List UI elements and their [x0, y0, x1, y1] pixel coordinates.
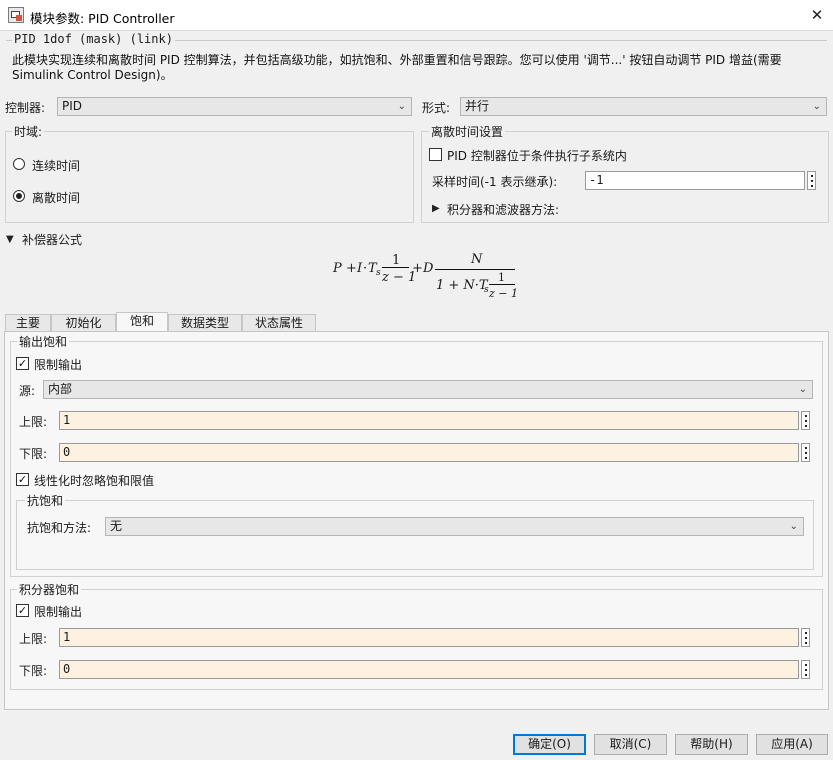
chevron-down-icon: ⌄	[789, 521, 798, 532]
apply-button[interactable]: 应用(A)	[756, 734, 828, 755]
conditional-subsystem-checkbox[interactable]	[429, 148, 442, 161]
controller-dropdown[interactable]: PID ⌄	[57, 97, 412, 116]
formula-one: 1	[392, 253, 401, 268]
formula-plus: +	[346, 261, 357, 276]
controller-label: 控制器:	[5, 101, 46, 115]
output-saturation-legend: 输出饱和	[17, 333, 70, 350]
sample-time-input[interactable]: -1	[585, 171, 805, 190]
formula-n: N	[471, 252, 483, 267]
tab-data-types[interactable]: 数据类型	[168, 314, 242, 332]
formula-i: I	[357, 261, 363, 276]
more-options-icon[interactable]	[801, 628, 810, 647]
cancel-button[interactable]: 取消(C)	[594, 734, 667, 755]
chevron-down-icon: ⌄	[798, 384, 807, 395]
more-options-icon[interactable]	[807, 171, 816, 190]
collapse-triangle-icon[interactable]: ▼	[6, 234, 14, 245]
formula-plus-2: +	[412, 261, 423, 276]
continuous-time-label[interactable]: 连续时间	[32, 157, 80, 174]
form-label: 形式:	[422, 101, 451, 115]
anti-windup-method-value: 无	[110, 519, 123, 533]
tab-initialization[interactable]: 初始化	[51, 314, 116, 332]
conditional-subsystem-label[interactable]: PID 控制器位于条件执行子系统内	[447, 147, 627, 164]
mask-legend: PID 1dof (mask) (link)	[12, 32, 175, 46]
lower-limit-label: 下限:	[19, 447, 48, 461]
formula-main-fraction-bar	[435, 269, 515, 270]
ignore-limits-label[interactable]: 线性化时忽略饱和限值	[34, 472, 154, 489]
sample-time-label: 采样时间(-1 表示继承):	[432, 175, 558, 189]
expand-triangle-icon[interactable]: ▶	[432, 203, 440, 214]
more-options-icon[interactable]	[801, 660, 810, 679]
anti-windup-method-dropdown[interactable]: 无 ⌄	[105, 517, 804, 536]
controller-value: PID	[62, 99, 83, 113]
continuous-time-radio[interactable]	[13, 158, 25, 170]
formula-dot: ·	[363, 261, 368, 276]
discrete-time-label[interactable]: 离散时间	[32, 189, 80, 206]
formula-z-minus-1-2: z − 1	[489, 287, 519, 300]
source-dropdown[interactable]: 内部 ⌄	[43, 380, 813, 399]
integrator-lower-input[interactable]: 0	[59, 660, 799, 679]
source-value: 内部	[48, 382, 73, 396]
formula-d: D	[423, 261, 434, 276]
upper-limit-input[interactable]: 1	[59, 411, 799, 430]
chevron-down-icon: ⌄	[397, 101, 406, 112]
compensator-label[interactable]: 补偿器公式	[22, 231, 82, 248]
mask-description: 此模块实现连续和离散时间 PID 控制算法，并包括高级功能，如抗饱和、外部重置和…	[12, 53, 782, 82]
discrete-settings-legend: 离散时间设置	[429, 123, 506, 140]
more-options-icon[interactable]	[801, 411, 810, 430]
lower-limit-input[interactable]: 0	[59, 443, 799, 462]
output-limit-checkbox[interactable]: ✓	[16, 357, 29, 370]
compensator-formula: P + I · T s 1 z − 1 + D N 1 + N·T s 1 z …	[333, 252, 523, 304]
formula-p: P	[333, 261, 342, 276]
integrator-limit-checkbox[interactable]: ✓	[16, 604, 29, 617]
formula-s: s	[376, 268, 381, 278]
integrator-lower-label: 下限:	[19, 664, 48, 678]
integrator-upper-input[interactable]: 1	[59, 628, 799, 647]
window-title: 模块参数: PID Controller	[30, 11, 175, 26]
tab-saturation[interactable]: 饱和	[116, 312, 168, 332]
upper-limit-label: 上限:	[19, 415, 48, 429]
integrator-limit-label[interactable]: 限制输出	[34, 603, 82, 620]
integrator-upper-label: 上限:	[19, 632, 48, 646]
formula-s-2: s	[484, 285, 489, 295]
formula-one-2: 1	[498, 271, 505, 284]
tab-main[interactable]: 主要	[5, 314, 51, 332]
tab-state-attributes[interactable]: 状态属性	[242, 314, 316, 332]
help-button[interactable]: 帮助(H)	[675, 734, 748, 755]
block-parameters-icon	[8, 7, 24, 23]
output-limit-label[interactable]: 限制输出	[34, 356, 82, 373]
formula-denominator: 1 + N·T	[436, 278, 488, 293]
ok-button[interactable]: 确定(O)	[513, 734, 586, 755]
discrete-time-radio[interactable]	[13, 190, 25, 202]
form-dropdown[interactable]: 并行 ⌄	[460, 97, 827, 116]
formula-inner-fraction-bar	[489, 284, 515, 285]
ignore-limits-checkbox[interactable]: ✓	[16, 473, 29, 486]
more-options-icon[interactable]	[801, 443, 810, 462]
source-label: 源:	[19, 384, 36, 398]
integrator-saturation-legend: 积分器饱和	[17, 581, 82, 598]
time-domain-legend: 时域:	[12, 123, 45, 140]
chevron-down-icon: ⌄	[812, 101, 821, 112]
formula-fraction-bar	[382, 267, 409, 268]
form-value: 并行	[465, 99, 490, 113]
close-icon[interactable]: ✕	[808, 6, 826, 24]
time-domain-group	[5, 131, 414, 223]
integrator-method-label[interactable]: 积分器和滤波器方法:	[447, 201, 559, 218]
anti-windup-method-label: 抗饱和方法:	[27, 521, 92, 535]
anti-windup-legend: 抗饱和	[25, 492, 66, 509]
